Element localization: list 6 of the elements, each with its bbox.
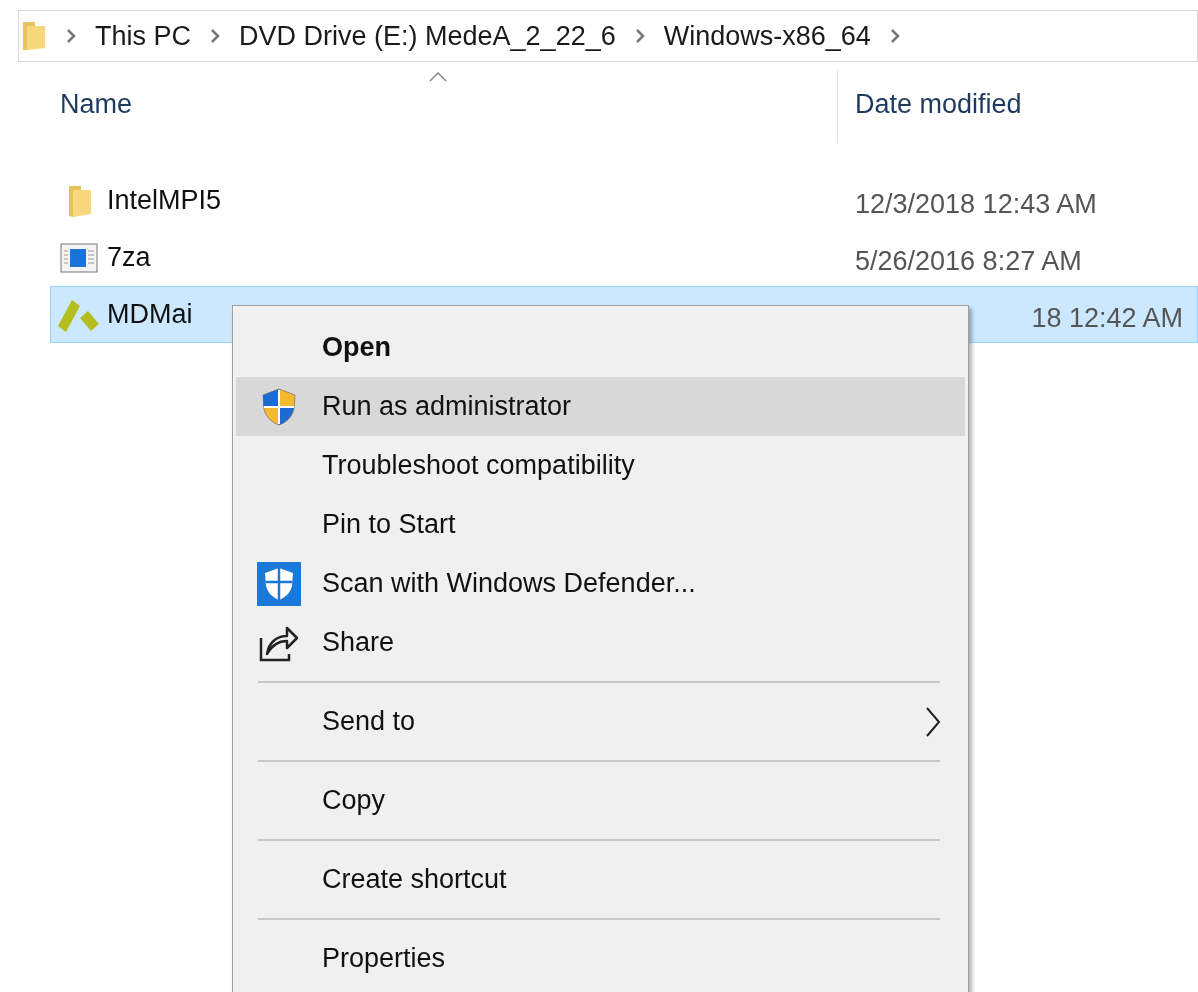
date-modified: 5/26/2016 8:27 AM — [855, 245, 1082, 278]
file-name: MDMai — [107, 298, 193, 332]
date-modified: 12/3/2018 12:43 AM — [855, 188, 1097, 221]
file-name: 7za — [107, 241, 151, 275]
date-modified: 18 12:42 AM — [1031, 302, 1183, 335]
file-name: IntelMPI5 — [107, 184, 222, 218]
